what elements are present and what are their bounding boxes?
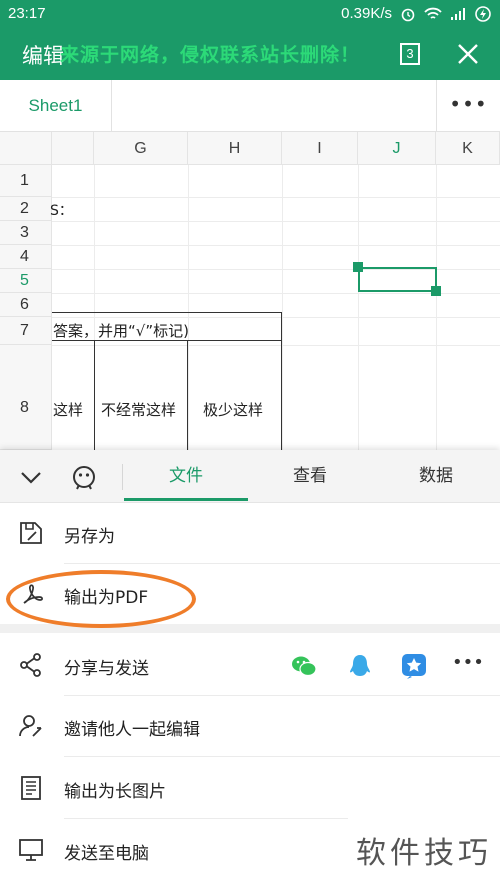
grid-line <box>188 165 189 450</box>
sheet-count-button[interactable]: 3 <box>400 43 420 65</box>
menu-item-export-long-image[interactable]: 输出为长图片 <box>0 758 500 818</box>
table-border <box>52 312 281 313</box>
menu-item-label: 另存为 <box>64 527 115 547</box>
watermark-text: 来源于网络，侵权联系站长删除！ <box>60 44 361 66</box>
qzone-star-icon[interactable] <box>400 652 428 680</box>
page-title: 编辑 <box>22 44 64 68</box>
menu-item-label: 输出为长图片 <box>64 782 166 802</box>
share-more-icon[interactable]: ••• <box>452 652 486 680</box>
assistant-face-icon[interactable] <box>70 463 98 491</box>
cell-r2-text: S： <box>50 203 73 219</box>
grid-line <box>52 245 500 246</box>
network-speed: 0.39K/s <box>341 5 392 22</box>
sheet-tab-bar: Sheet1 ••• <box>0 80 500 132</box>
tab-divider <box>122 464 123 490</box>
grid-line <box>52 345 500 346</box>
divider <box>64 756 500 757</box>
column-header-g[interactable]: G <box>94 132 188 165</box>
menu-item-save-as[interactable]: 另存为 <box>0 503 500 563</box>
selection-handle-end[interactable] <box>431 286 441 296</box>
highlight-annotation <box>6 570 196 628</box>
grid-line <box>436 165 437 450</box>
wechat-icon[interactable] <box>290 652 318 680</box>
long-image-icon <box>21 776 41 800</box>
alarm-icon <box>401 8 415 21</box>
corner-watermark: 软件技巧 <box>348 818 500 889</box>
grid-corner <box>0 132 52 165</box>
grid-line <box>282 165 283 450</box>
cell-selection-j5[interactable] <box>358 267 437 292</box>
cell-r8-col1: 这样 <box>53 401 84 419</box>
invite-user-icon <box>19 715 42 737</box>
cell-r8-col2: 不经常这样 <box>101 401 177 419</box>
close-icon[interactable] <box>454 40 482 68</box>
row-header-3[interactable]: 3 <box>0 221 52 245</box>
menu-item-label: 发送至电脑 <box>64 844 149 864</box>
save-as-icon <box>20 522 42 544</box>
chevron-down-icon[interactable] <box>18 464 44 490</box>
app-bar: 编辑 来源于网络，侵权联系站长删除！ 3 <box>0 28 500 80</box>
grid-line <box>52 317 500 318</box>
qq-icon[interactable] <box>346 652 374 680</box>
table-border <box>281 312 282 450</box>
share-icon <box>20 653 41 677</box>
menu-item-label: 邀请他人一起编辑 <box>64 720 200 740</box>
grid-line <box>52 197 500 198</box>
column-header-h[interactable]: H <box>188 132 282 165</box>
computer-icon <box>19 839 43 861</box>
more-options-icon[interactable]: ••• <box>436 80 500 132</box>
row-header-7[interactable]: 7 <box>0 317 52 345</box>
status-time: 23:17 <box>8 5 46 22</box>
row-header-1[interactable]: 1 <box>0 165 52 197</box>
column-header-i[interactable]: I <box>282 132 358 165</box>
active-tab-indicator <box>124 498 248 501</box>
row-header-2[interactable]: 2 <box>0 197 52 221</box>
column-header-partial <box>52 132 94 165</box>
row-header-4[interactable]: 4 <box>0 245 52 269</box>
row-header-5[interactable]: 5 <box>0 269 52 293</box>
table-border <box>187 340 188 450</box>
grid-line <box>358 165 359 450</box>
status-right: 0.39K/s <box>341 5 492 22</box>
battery-charging-icon <box>475 5 491 22</box>
menu-item-share[interactable]: 分享与发送 ••• <box>0 635 500 695</box>
wifi-icon <box>424 7 442 19</box>
menu-tab-bar: 文件 查看 数据 <box>0 450 500 503</box>
row-header-6[interactable]: 6 <box>0 293 52 317</box>
spreadsheet-grid[interactable]: G H I J K 1 2 3 4 5 6 7 8 S： 答案，并用“√”标记)… <box>0 132 500 450</box>
status-bar: 23:17 0.39K/s <box>0 0 500 28</box>
cell-r8-col3: 极少这样 <box>203 401 264 419</box>
menu-item-label: 分享与发送 <box>64 659 149 679</box>
menu-item-invite-edit[interactable]: 邀请他人一起编辑 <box>0 696 500 756</box>
signal-icon <box>451 7 465 20</box>
table-border <box>52 340 281 341</box>
tab-view[interactable]: 查看 <box>248 450 372 503</box>
column-header-k[interactable]: K <box>436 132 500 165</box>
share-app-row: ••• <box>290 652 490 680</box>
column-header-j[interactable]: J <box>358 132 436 165</box>
selection-handle-start[interactable] <box>353 262 363 272</box>
tab-file[interactable]: 文件 <box>124 450 248 503</box>
cell-r7-text: 答案，并用“√”标记) <box>53 322 189 340</box>
row-header-8[interactable]: 8 <box>0 345 52 450</box>
tab-data[interactable]: 数据 <box>374 450 498 503</box>
tab-sheet1[interactable]: Sheet1 <box>0 80 112 132</box>
table-border <box>94 340 95 450</box>
grid-line <box>52 221 500 222</box>
